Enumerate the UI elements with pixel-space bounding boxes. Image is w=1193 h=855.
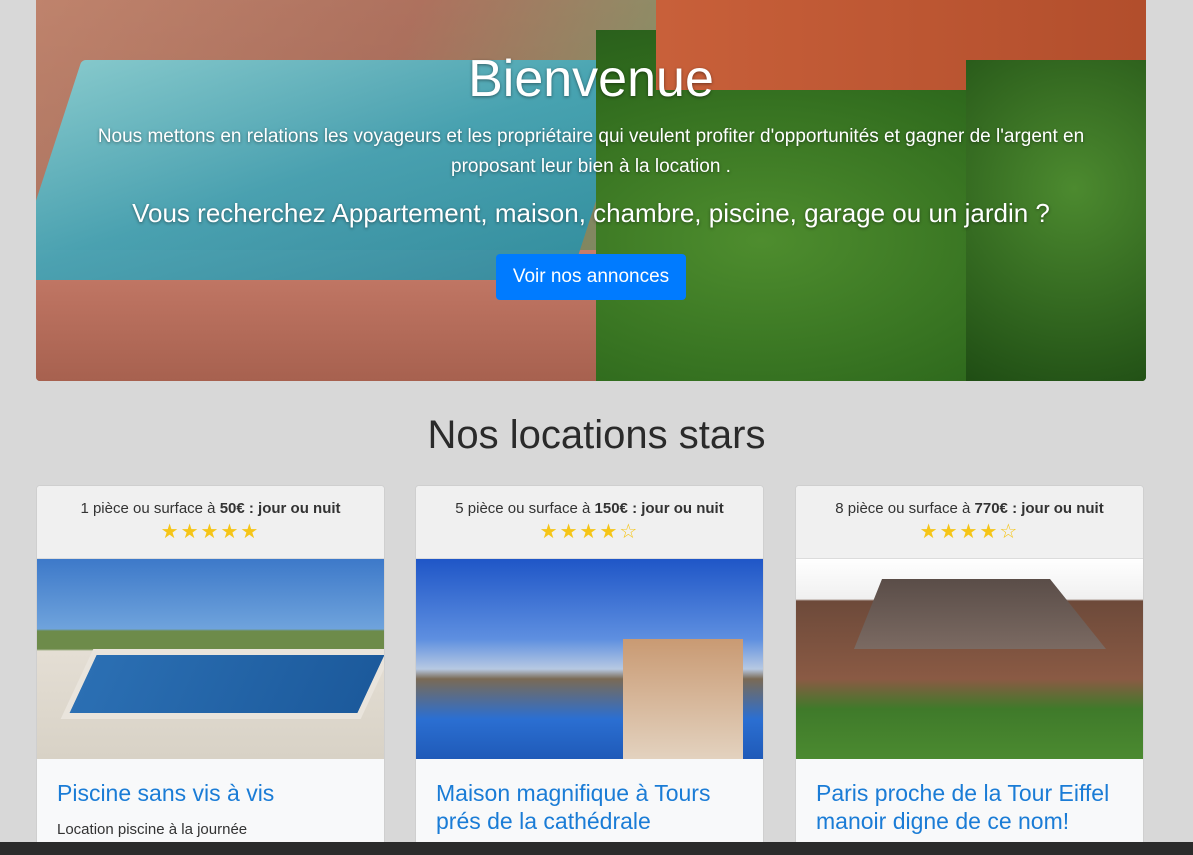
price-amount: 150€ : jour ou nuit: [594, 500, 724, 517]
listing-image[interactable]: [416, 559, 763, 759]
listing-card[interactable]: 1 pièce ou surface à 50€ : jour ou nuit …: [36, 485, 385, 855]
star-rating: ★★★★★: [160, 521, 261, 543]
card-header: 5 pièce ou surface à 150€ : jour ou nuit…: [416, 486, 763, 559]
card-header: 1 pièce ou surface à 50€ : jour ou nuit …: [37, 486, 384, 559]
card-header: 8 pièce ou surface à 770€ : jour ou nuit…: [796, 486, 1143, 559]
listing-title-link[interactable]: Piscine sans vis à vis: [57, 779, 364, 807]
card-body: Maison magnifique à Tours prés de la cat…: [416, 759, 763, 855]
price-amount: 50€ : jour ou nuit: [219, 500, 341, 517]
card-body: Paris proche de la Tour Eiffel manoir di…: [796, 759, 1143, 855]
listing-card[interactable]: 5 pièce ou surface à 150€ : jour ou nuit…: [415, 485, 764, 855]
price-prefix: 1 pièce ou surface à: [80, 500, 220, 517]
pavilion-shape: [623, 639, 743, 759]
listing-image[interactable]: [796, 559, 1143, 759]
listing-title-link[interactable]: Paris proche de la Tour Eiffel manoir di…: [816, 779, 1123, 835]
section-title: Nos locations stars: [427, 413, 766, 457]
hero-lead: Nous mettons en relations les voyageurs …: [97, 126, 1085, 177]
bottom-bar: [0, 842, 1193, 855]
hero-question: Vous recherchez Appartement, maison, cha…: [132, 198, 1050, 228]
roof-shape: [854, 579, 1106, 649]
listing-card[interactable]: 8 pièce ou surface à 770€ : jour ou nuit…: [795, 485, 1144, 855]
price-prefix: 8 pièce ou surface à: [835, 500, 975, 517]
view-listings-button[interactable]: Voir nos annonces: [495, 254, 687, 300]
card-price: 1 pièce ou surface à 50€ : jour ou nuit: [37, 500, 384, 517]
card-price: 8 pièce ou surface à 770€ : jour ou nuit: [796, 500, 1143, 517]
star-rating: ★★★★☆: [539, 521, 640, 543]
price-amount: 770€ : jour ou nuit: [974, 500, 1104, 517]
listing-title-link[interactable]: Maison magnifique à Tours prés de la cat…: [436, 779, 743, 835]
hero-banner: Bienvenue Nous mettons en relations les …: [36, 0, 1146, 381]
listing-image[interactable]: [37, 559, 384, 759]
card-body: Piscine sans vis à vis Location piscine …: [37, 759, 384, 855]
listing-description: Location piscine à la journée: [57, 821, 248, 838]
star-rating: ★★★★☆: [919, 521, 1020, 543]
hero-title: Bienvenue: [468, 50, 714, 108]
card-price: 5 pièce ou surface à 150€ : jour ou nuit: [416, 500, 763, 517]
pool-shape: [60, 649, 384, 719]
hero-content: Bienvenue Nous mettons en relations les …: [36, 0, 1146, 300]
price-prefix: 5 pièce ou surface à: [455, 500, 595, 517]
